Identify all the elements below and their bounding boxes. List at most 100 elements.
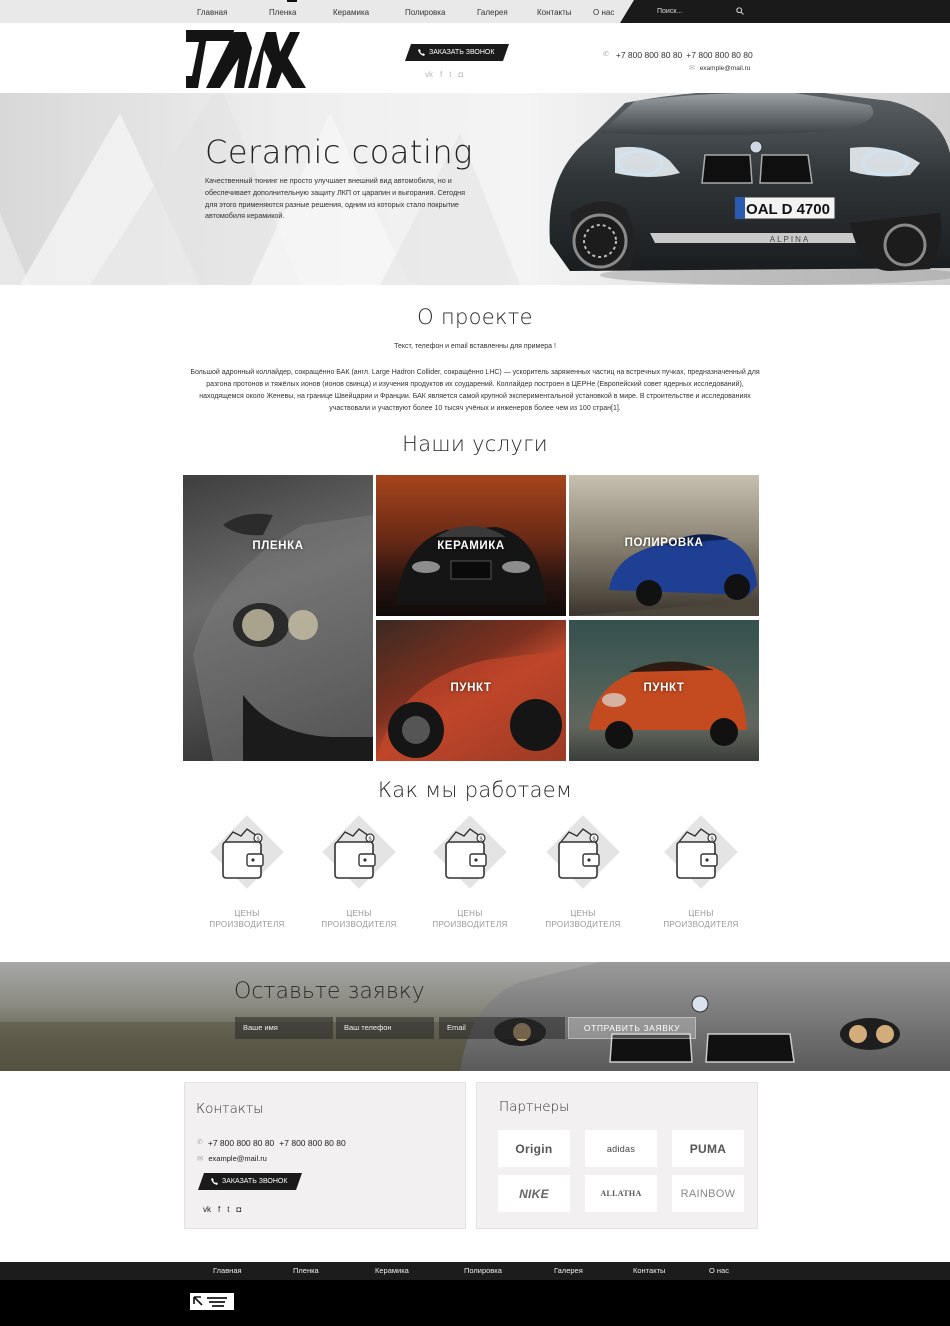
how-step-4: $ ЦЕНЫ ПРОИЗВОДИТЕЛЯ [543,815,643,940]
service-tile-item-1-label: ПУНКТ [450,682,492,694]
partner-nike-text: NIKE [519,1186,549,1201]
facebook-icon[interactable]: f [440,70,442,80]
nav-item-ceramics[interactable]: Керамика [324,0,396,23]
how-step-2-caption: ЦЕНЫ ПРОИЗВОДИТЕЛЯ [309,908,409,930]
site-logo[interactable] [186,28,310,90]
partner-logo-origin[interactable]: Origin [498,1130,570,1167]
about-text: Большой адронный коллайдер, сокращённо Б… [190,369,760,412]
svg-text:$: $ [479,837,482,843]
nav-item-contacts[interactable]: Контакты [528,0,586,23]
footer-nav-polishing[interactable]: Полировка [464,1262,502,1280]
partner-allatha-text: ALLATHA [600,1189,642,1198]
step-caption-line-1: ЦЕНЫ [457,909,483,918]
callback-button[interactable]: ЗАКАЗАТЬ ЗВОНОК [405,44,509,61]
svg-text:$: $ [592,837,595,843]
wallet-icon: $ [334,828,376,879]
contacts-panel: Контакты ✆ +7 800 800 80 80 +7 800 800 8… [184,1082,466,1229]
nav-item-polishing[interactable]: Полировка [396,0,468,23]
contacts-callback-label: ЗАКАЗАТЬ ЗВОНОК [222,1178,288,1185]
twitter-icon[interactable]: t [449,70,451,80]
how-step-5-caption: ЦЕНЫ ПРОИЗВОДИТЕЛЯ [651,908,751,930]
partner-logo-nike[interactable]: NIKE [498,1175,570,1212]
contacts-phone-1[interactable]: +7 800 800 80 80 [208,1138,274,1148]
vk-icon[interactable]: vk [425,70,433,80]
svg-text:$: $ [368,837,371,843]
partner-puma-text: PUMA [689,1141,727,1156]
search-box[interactable]: Поиск... [620,0,950,23]
phone-icon: ✆ [197,1139,203,1146]
main-nav: Главная Пленка Керамика Полировка Галере… [190,0,626,23]
footer-nav-ceramics[interactable]: Керамика [375,1262,409,1280]
contacts-email-link[interactable]: example@mail.ru [208,1154,266,1163]
service-tile-item-2[interactable]: ПУНКТ [569,620,759,761]
nav-item-home[interactable]: Главная [190,0,260,23]
license-plate: OAL D 4700 [746,201,830,218]
service-tile-film[interactable]: ПЛЕНКА [183,475,373,761]
header-social-links: vk f t ◘ [425,70,463,80]
contacts-callback-button[interactable]: ЗАКАЗАТЬ ЗВОНОК [198,1173,302,1190]
contacts-title: Контакты [196,1101,264,1117]
how-title: Как мы работаем [377,778,573,802]
footer-nav-home[interactable]: Главная [213,1262,242,1280]
footer-nav-contacts[interactable]: Контакты [633,1262,665,1280]
twitter-icon[interactable]: t [227,1205,229,1215]
search-input[interactable]: Поиск... [657,0,682,23]
top-nav-bar: Главная Пленка Керамика Полировка Галере… [0,0,950,23]
phone-input[interactable]: Ваш телефон [336,1017,434,1039]
partner-logo-allatha[interactable]: ALLATHA [585,1175,657,1212]
footer-nav-about[interactable]: О нас [709,1262,729,1280]
film-car-image [193,513,373,761]
service-tile-polishing[interactable]: ПОЛИРОВКА [569,475,759,616]
wallet-icon: $ [445,828,487,879]
site-header: ЗАКАЗАТЬ ЗВОНОК vk f t ◘ ✆ +7 800 800 80… [0,23,950,93]
partner-logo-adidas[interactable]: adidas [585,1130,657,1167]
contacts-email: ✉ example@mail.ru [197,1154,267,1163]
wallet-icon: $ [676,828,718,879]
header-email-link[interactable]: example@mail.ru [700,65,751,72]
facebook-icon[interactable]: f [218,1205,220,1215]
how-step-1-caption: ЦЕНЫ ПРОИЗВОДИТЕЛЯ [197,908,297,930]
partner-logo-rainbow[interactable]: RAINBOW [672,1175,744,1212]
how-step-3-caption: ЦЕНЫ ПРОИЗВОДИТЕЛЯ [420,908,520,930]
about-subtitle: Текст, телефон и email вставленны для пр… [394,343,556,350]
header-phone-2[interactable]: +7 800 800 80 80 [686,50,752,60]
email-input[interactable]: Email [439,1017,565,1039]
search-icon[interactable] [736,7,744,15]
partner-rainbow-text: RAINBOW [680,1187,736,1200]
step-caption-line-2: ПРОИЗВОДИТЕЛЯ [432,920,508,929]
contacts-social-links: vk f t ◘ [203,1205,241,1215]
footer-badge-logo[interactable] [190,1293,234,1310]
svg-text:$: $ [256,837,259,843]
partner-adidas-text: adidas [606,1143,636,1154]
service-tile-item-1[interactable]: ПУНКТ [376,620,566,761]
footer-nav-film[interactable]: Пленка [293,1262,319,1280]
instagram-icon[interactable]: ◘ [458,70,463,80]
step-caption-line-2: ПРОИЗВОДИТЕЛЯ [545,920,621,929]
header-phone-1[interactable]: +7 800 800 80 80 [616,50,682,60]
instagram-icon[interactable]: ◘ [236,1205,241,1215]
phone-icon [211,1178,218,1185]
header-email: ✉ example@mail.ru [689,64,750,72]
nav-item-gallery[interactable]: Галерея [468,0,528,23]
contacts-phone-2[interactable]: +7 800 800 80 80 [279,1138,345,1148]
footer-nav-gallery[interactable]: Галерея [554,1262,583,1280]
hero-banner: Ceramic coating Качественный тюнинг не п… [0,93,950,285]
step-caption-line-2: ПРОИЗВОДИТЕЛЯ [209,920,285,929]
step-caption-line-1: ЦЕНЫ [570,909,596,918]
hero-title: Ceramic coating [205,133,473,171]
vk-icon[interactable]: vk [203,1205,211,1215]
service-tile-ceramics[interactable]: КЕРАМИКА [376,475,566,616]
step-caption-line-2: ПРОИЗВОДИТЕЛЯ [663,920,739,929]
partners-title: Партнеры [499,1099,570,1115]
hero-text: Качественный тюнинг не просто улучшает в… [205,176,466,221]
contacts-phones: ✆ +7 800 800 80 80 +7 800 800 80 80 [197,1138,346,1148]
submit-request-button[interactable]: ОТПРАВИТЬ ЗАЯВКУ [568,1017,696,1039]
partners-panel: Партнеры Origin adidas PUMA NIKE ALLATHA… [476,1082,758,1229]
partner-logo-puma[interactable]: PUMA [672,1130,744,1167]
nav-item-film[interactable]: Пленка [260,0,324,23]
footer-nav: Главная Пленка Керамика Полировка Галере… [0,1262,950,1280]
service-tile-film-label: ПЛЕНКА [252,540,304,552]
wallet-icon: $ [222,828,264,879]
nav-item-about[interactable]: О нас [586,0,626,23]
name-input[interactable]: Ваше имя [235,1017,333,1039]
